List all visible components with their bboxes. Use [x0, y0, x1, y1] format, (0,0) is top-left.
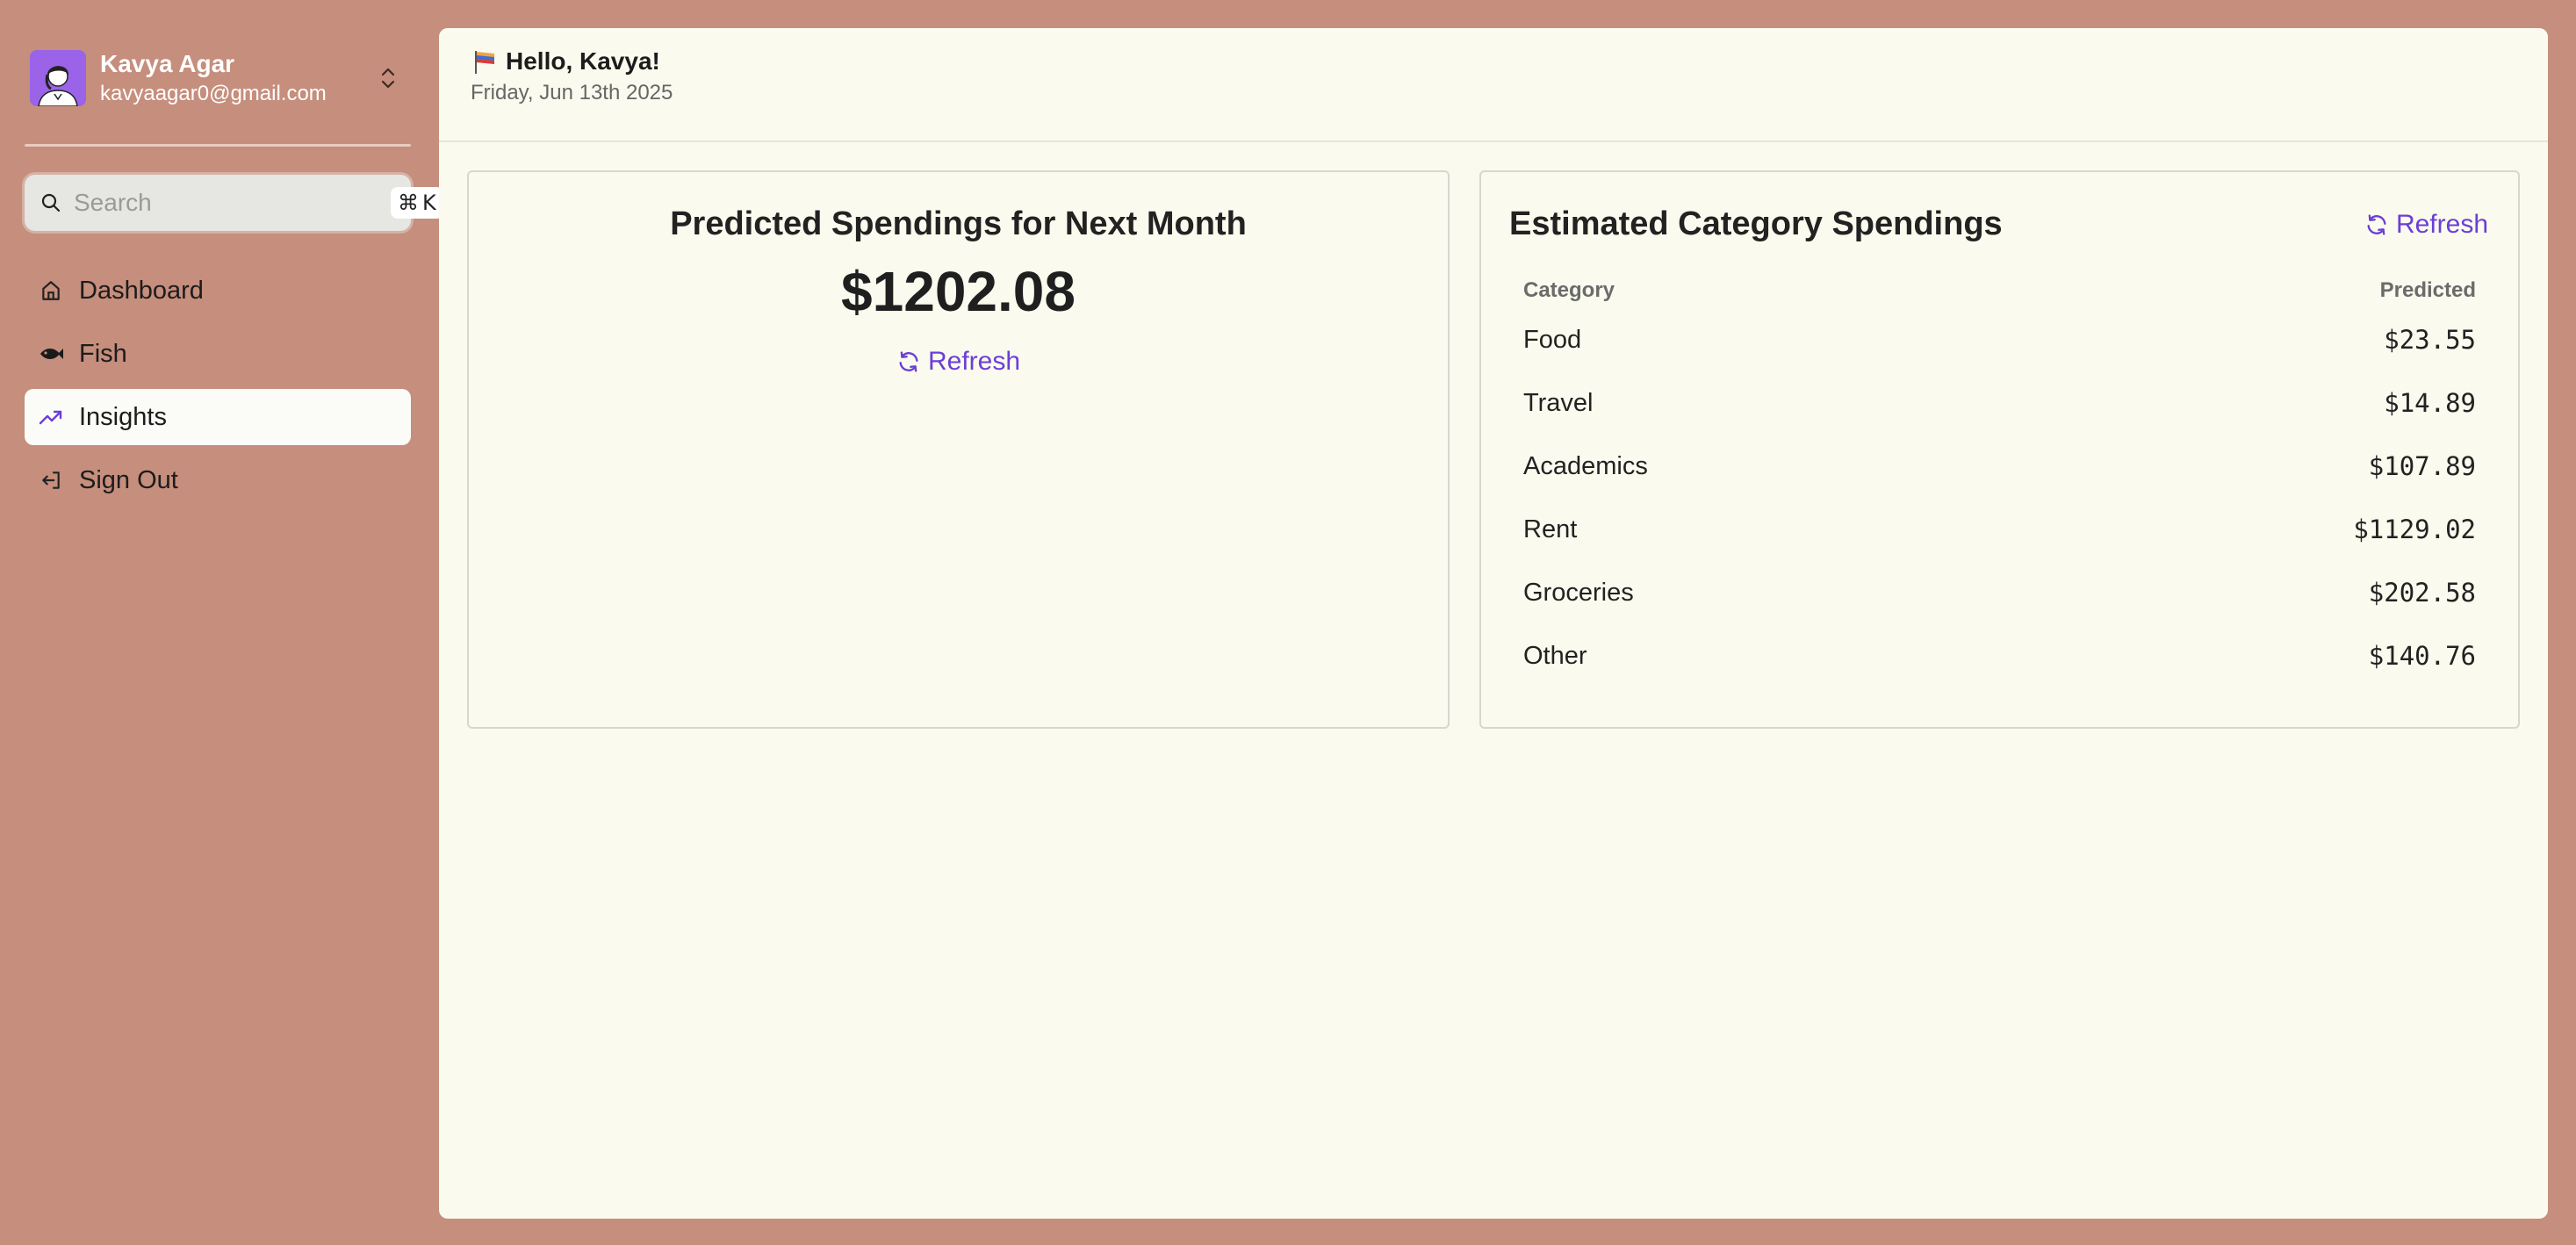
sidebar-item-label: Dashboard [79, 276, 204, 305]
sidebar-item-label: Fish [79, 339, 127, 368]
predicted-amount: $1202.08 [841, 260, 1076, 323]
table-row: Academics $107.89 [1523, 435, 2476, 498]
sidebar-divider [25, 144, 411, 147]
category-predicted: $140.76 [2368, 641, 2476, 671]
fish-icon [39, 342, 63, 366]
table-row: Other $140.76 [1523, 624, 2476, 687]
greeting-text: Hello, Kavya! [506, 47, 660, 75]
shortcut-key: K [422, 191, 436, 215]
home-icon [39, 278, 63, 303]
category-predicted: $107.89 [2368, 451, 2476, 481]
category-name: Food [1523, 325, 1582, 354]
user-name: Kavya Agar [100, 50, 235, 77]
search-input[interactable] [74, 189, 391, 217]
refresh-label: Refresh [927, 347, 1021, 376]
user-avatar-illustration [38, 66, 78, 106]
category-name: Academics [1523, 451, 1648, 480]
refresh-icon [899, 351, 918, 372]
category-name: Groceries [1523, 578, 1634, 607]
sidebar-nav: Dashboard Fish Insights Sign Out [25, 263, 411, 508]
sidebar-item-sign-out[interactable]: Sign Out [25, 452, 411, 508]
table-row: Rent $1129.02 [1523, 498, 2476, 561]
category-name: Travel [1523, 388, 1594, 417]
prediction-title: Predicted Spendings for Next Month [670, 205, 1247, 242]
page-header: Hello, Kavya! Friday, Jun 13th 2025 [439, 28, 2548, 142]
search-box[interactable]: ⌘ K [25, 175, 443, 231]
sidebar-item-insights[interactable]: Insights [25, 389, 411, 445]
avatar [30, 50, 86, 106]
table-row: Food $23.55 [1523, 308, 2476, 371]
main-panel: Hello, Kavya! Friday, Jun 13th 2025 Pred… [439, 28, 2548, 1219]
column-header-category: Category [1523, 278, 1615, 302]
sidebar-item-dashboard[interactable]: Dashboard [25, 263, 411, 319]
app-window: Kavya Agar kavyaagar0@gmail.com ⌘ [0, 0, 2576, 1245]
category-refresh-button[interactable]: Refresh [2364, 210, 2488, 240]
category-name: Other [1523, 641, 1587, 670]
sidebar-item-label: Sign Out [79, 465, 178, 494]
user-email: kavyaagar0@gmail.com [100, 82, 327, 105]
refresh-label: Refresh [2395, 209, 2488, 239]
sidebar-item-label: Insights [79, 402, 167, 431]
table-header: Category Predicted [1523, 273, 2476, 308]
user-switcher[interactable]: Kavya Agar kavyaagar0@gmail.com [25, 25, 411, 132]
category-table: Category Predicted Food $23.55 Travel $1… [1509, 273, 2488, 687]
chevron-up-down-icon[interactable] [371, 61, 406, 96]
waving-flag-icon [475, 51, 494, 74]
sidebar-item-fish[interactable]: Fish [25, 326, 411, 382]
sidebar: Kavya Agar kavyaagar0@gmail.com ⌘ [25, 25, 443, 515]
trending-up-icon [39, 405, 63, 429]
category-predicted: $1129.02 [2353, 515, 2476, 544]
refresh-icon [2367, 213, 2386, 235]
category-predicted: $23.55 [2384, 325, 2476, 355]
command-key-icon: ⌘ [398, 191, 419, 215]
sign-out-icon [39, 468, 63, 493]
table-row: Groceries $202.58 [1523, 561, 2476, 624]
category-card: Estimated Category Spendings Refresh Cat… [1479, 170, 2520, 729]
insight-cards: Predicted Spendings for Next Month $1202… [467, 170, 2520, 729]
current-date: Friday, Jun 13th 2025 [471, 81, 673, 104]
greeting: Hello, Kavya! [471, 47, 2548, 76]
search-shortcut-badge: ⌘ K [391, 187, 443, 219]
column-header-predicted: Predicted [2379, 278, 2476, 302]
category-name: Rent [1523, 515, 1578, 543]
prediction-refresh-button[interactable]: Refresh [896, 347, 1020, 377]
search-icon [40, 191, 61, 215]
table-row: Travel $14.89 [1523, 371, 2476, 435]
category-predicted: $14.89 [2384, 388, 2476, 418]
category-predicted: $202.58 [2368, 578, 2476, 608]
category-card-title: Estimated Category Spendings [1509, 205, 2003, 242]
prediction-card: Predicted Spendings for Next Month $1202… [467, 170, 1450, 729]
